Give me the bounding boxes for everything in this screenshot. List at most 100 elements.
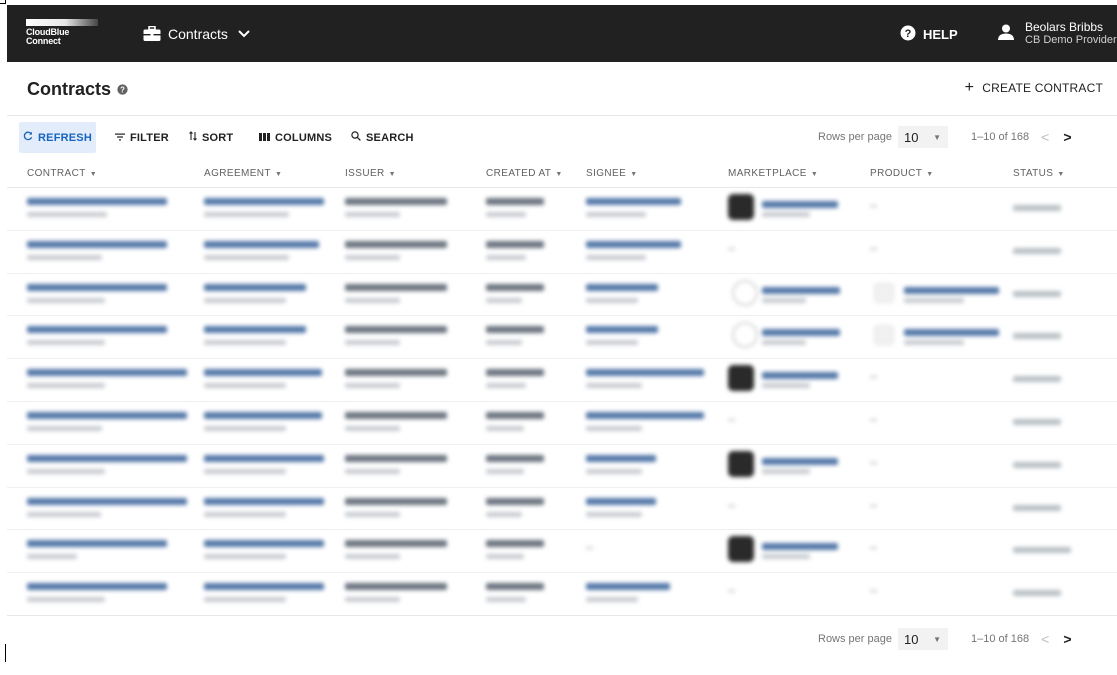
marketplace-cell[interactable] <box>728 445 863 487</box>
cloudblue-connect-logo[interactable]: CloudBlue Connect <box>26 19 106 49</box>
user-menu[interactable]: Beolars Bribbs CB Demo Provider <box>998 21 1117 47</box>
marketplace-cell[interactable] <box>728 274 863 316</box>
contract-cell[interactable] <box>27 316 197 358</box>
contract-cell[interactable] <box>27 488 197 530</box>
created-at-cell <box>486 573 581 615</box>
agreement-cell[interactable] <box>204 316 339 358</box>
contract-cell[interactable] <box>27 445 197 487</box>
info-icon[interactable]: ? <box>117 79 128 100</box>
column-header-agreement[interactable]: AGREEMENT ▼ <box>204 168 282 179</box>
column-header-created-at[interactable]: CREATED AT ▼ <box>486 168 563 179</box>
module-switcher[interactable]: Contracts <box>143 24 250 44</box>
column-header-status[interactable]: STATUS ▼ <box>1013 168 1065 179</box>
table-row[interactable] <box>7 188 1117 231</box>
issuer-cell <box>345 530 480 572</box>
table-row[interactable] <box>7 402 1117 445</box>
marketplace-cell <box>728 402 863 444</box>
agreement-cell[interactable] <box>204 530 339 572</box>
filter-button[interactable]: FILTER <box>115 122 169 153</box>
table-row[interactable] <box>7 274 1117 317</box>
chevron-left-icon[interactable]: < <box>1041 129 1049 145</box>
contracts-table: CONTRACT ▼ AGREEMENT ▼ ISSUER ▼ CREATED AT ▼… <box>7 159 1117 616</box>
signee-cell <box>586 530 721 572</box>
rows-per-page-value: 10 <box>904 129 919 145</box>
top-app-bar: CloudBlue Connect Contracts ? HELP Beola… <box>7 5 1117 62</box>
refresh-button[interactable]: REFRESH <box>19 122 96 153</box>
marketplace-cell[interactable] <box>728 530 863 572</box>
table-row[interactable] <box>7 488 1117 531</box>
product-cell[interactable] <box>870 316 1005 358</box>
agreement-cell[interactable] <box>204 488 339 530</box>
chevron-right-icon[interactable]: > <box>1063 129 1071 145</box>
table-row[interactable] <box>7 530 1117 574</box>
sort-arrow-icon: ▼ <box>630 171 638 178</box>
status-cell <box>1013 573 1108 615</box>
created-at-cell <box>486 274 581 316</box>
status-cell <box>1013 530 1108 572</box>
rows-per-page-select[interactable]: 10 ▼ <box>898 628 948 650</box>
help-button[interactable]: ? HELP <box>900 23 958 45</box>
rows-per-page-select[interactable]: 10 ▼ <box>898 126 948 148</box>
marketplace-cell[interactable] <box>728 359 863 401</box>
created-at-cell <box>486 188 581 230</box>
create-contract-button[interactable]: + CREATE CONTRACT <box>964 79 1103 96</box>
plus-icon: + <box>964 79 975 96</box>
created-at-cell <box>486 231 581 273</box>
created-at-cell <box>486 530 581 572</box>
marketplace-cell <box>728 231 863 273</box>
columns-button[interactable]: COLUMNS <box>259 122 332 153</box>
agreement-cell[interactable] <box>204 274 339 316</box>
agreement-cell[interactable] <box>204 445 339 487</box>
table-row[interactable] <box>7 316 1117 360</box>
create-contract-label: CREATE CONTRACT <box>982 81 1103 95</box>
table-row[interactable] <box>7 359 1117 402</box>
product-cell <box>870 359 1005 401</box>
columns-label: COLUMNS <box>275 131 333 144</box>
column-header-contract[interactable]: CONTRACT ▼ <box>27 168 97 179</box>
chevron-left-icon[interactable]: < <box>1041 631 1049 647</box>
signee-cell[interactable] <box>586 359 721 401</box>
signee-cell[interactable] <box>586 316 721 358</box>
signee-cell[interactable] <box>586 445 721 487</box>
table-row[interactable] <box>7 573 1117 616</box>
agreement-cell[interactable] <box>204 188 339 230</box>
chevron-right-icon[interactable]: > <box>1063 631 1071 647</box>
column-header-issuer[interactable]: ISSUER ▼ <box>345 168 396 179</box>
column-header-marketplace[interactable]: MARKETPLACE ▼ <box>728 168 818 179</box>
contract-cell[interactable] <box>27 530 197 572</box>
column-header-signee[interactable]: SIGNEE ▼ <box>586 168 638 179</box>
sort-arrow-icon: ▼ <box>926 171 934 178</box>
refresh-icon <box>23 131 33 144</box>
window-corner-mark <box>0 0 6 4</box>
agreement-cell[interactable] <box>204 573 339 615</box>
agreement-cell[interactable] <box>204 359 339 401</box>
contract-cell[interactable] <box>27 359 197 401</box>
contract-cell[interactable] <box>27 231 197 273</box>
product-cell <box>870 530 1005 572</box>
table-row[interactable] <box>7 231 1117 274</box>
status-cell <box>1013 488 1108 530</box>
product-cell[interactable] <box>870 274 1005 316</box>
contract-cell[interactable] <box>27 402 197 444</box>
signee-cell[interactable] <box>586 402 721 444</box>
signee-cell[interactable] <box>586 188 721 230</box>
contract-cell[interactable] <box>27 188 197 230</box>
table-row[interactable] <box>7 445 1117 488</box>
marketplace-cell[interactable] <box>728 188 863 230</box>
agreement-cell[interactable] <box>204 231 339 273</box>
issuer-cell <box>345 231 480 273</box>
signee-cell[interactable] <box>586 231 721 273</box>
signee-cell[interactable] <box>586 488 721 530</box>
marketplace-cell[interactable] <box>728 316 863 358</box>
sort-arrow-icon: ▼ <box>274 171 283 178</box>
product-cell <box>870 231 1005 273</box>
search-button[interactable]: SEARCH <box>351 122 414 153</box>
sort-button[interactable]: SORT <box>189 122 233 153</box>
contract-cell[interactable] <box>27 274 197 316</box>
marketplace-cell <box>728 488 863 530</box>
contract-cell[interactable] <box>27 573 197 615</box>
column-header-product[interactable]: PRODUCT ▼ <box>870 168 934 179</box>
signee-cell[interactable] <box>586 274 721 316</box>
agreement-cell[interactable] <box>204 402 339 444</box>
signee-cell[interactable] <box>586 573 721 615</box>
